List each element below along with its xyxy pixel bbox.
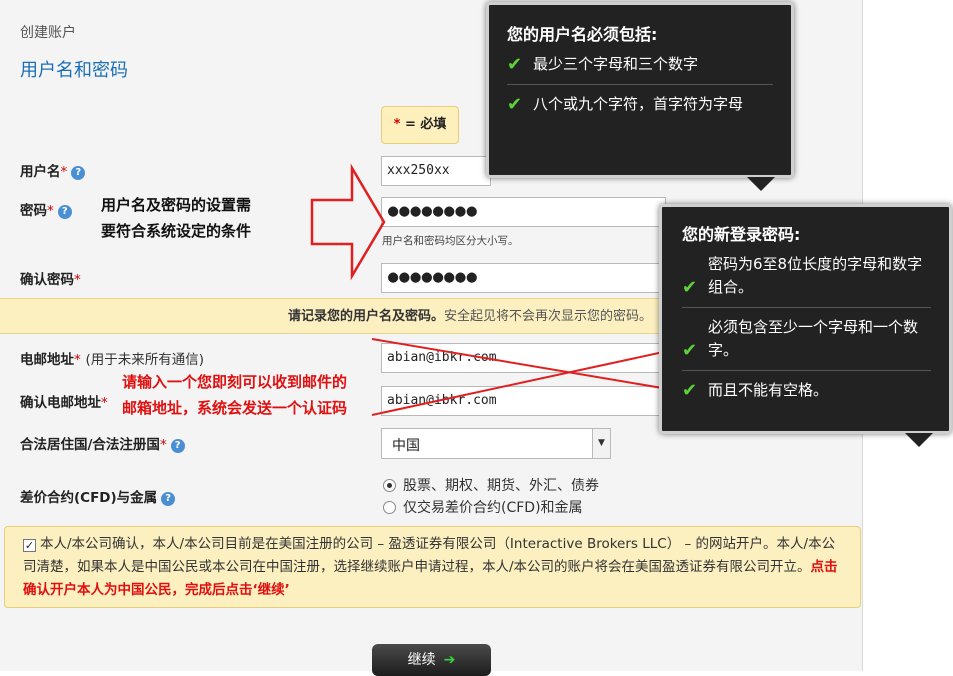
radio-unselected[interactable]	[383, 501, 396, 514]
required-mark: *	[159, 437, 167, 453]
tooltip-item-text: 八个或九个字符，首字符为字母	[533, 95, 744, 113]
password-input[interactable]: ●●●●●●●●	[381, 197, 666, 227]
residence-selected-value: 中国	[392, 438, 420, 454]
username-input[interactable]: xxx250xx	[381, 156, 491, 186]
annotation-email: 请输入一个您即刻可以收到邮件的 邮箱地址，系统会发送一个认证码	[122, 369, 347, 421]
help-icon[interactable]: ?	[170, 439, 185, 453]
cfd-option-cfd-only-label: 仅交易差价合约(CFD)和金属	[403, 500, 583, 516]
help-icon[interactable]: ?	[57, 205, 72, 219]
continue-button-label: 继续	[407, 652, 436, 668]
username-label-text: 用户名	[20, 164, 61, 180]
required-mark: *	[101, 395, 108, 411]
required-legend: * = 必填	[381, 106, 459, 144]
cfd-option-securities[interactable]: 股票、期权、期货、外汇、债券	[383, 475, 599, 495]
username-label: 用户名*?	[20, 160, 86, 180]
annotation-cross-icon	[371, 338, 669, 416]
confirm-password-input[interactable]: ●●●●●●●●	[381, 263, 666, 293]
tooltip-pointer	[747, 177, 775, 191]
password-label-text: 密码	[20, 203, 47, 219]
notice-rest: 安全起见将不会再次显示您的密码。	[443, 309, 652, 324]
confirmation-text: 本人/本公司确认，本人/本公司目前是在美国注册的公司 – 盈透证券有限公司（In…	[23, 536, 836, 575]
username-rules-tooltip: 您的用户名必须包括: ✔ 最少三个字母和三个数字 ✔ 八个或九个字符，首字符为字母	[486, 2, 794, 191]
required-mark: *	[47, 203, 54, 219]
radio-selected[interactable]	[383, 479, 396, 492]
cfd-label-text: 差价合约(CFD)与金属	[20, 490, 158, 506]
continue-button[interactable]: 继续 ➔	[372, 644, 491, 676]
tooltip-item-text: 密码为6至8位长度的字母和数字组合。	[708, 255, 923, 296]
case-sensitive-hint: 用户名和密码均区分大小写。	[382, 235, 519, 247]
checkmark-icon: ✔	[507, 54, 523, 75]
confirm-email-label: 确认电邮地址*	[20, 391, 108, 411]
notice-bold: 请记录您的用户名及密码。	[287, 309, 444, 324]
required-mark: *	[74, 352, 81, 368]
email-label: 电邮地址* (用于未来所有通信)	[20, 348, 204, 368]
tooltip-title: 您的用户名必须包括:	[507, 25, 658, 44]
confirm-checkbox[interactable]: ✓	[23, 539, 36, 552]
us-registration-confirmation: ✓ 本人/本公司确认，本人/本公司目前是在美国注册的公司 – 盈透证券有限公司（I…	[4, 526, 861, 608]
annotation-requirement-line: 要符合系统设定的条件	[101, 222, 252, 240]
tooltip-title: 您的新登录密码:	[682, 225, 801, 244]
checkmark-icon: ✔	[682, 340, 698, 361]
email-label-text: 电邮地址	[20, 352, 74, 368]
help-icon[interactable]: ?	[71, 166, 86, 180]
email-note: (用于未来所有通信)	[85, 352, 204, 368]
required-mark: *	[74, 272, 81, 288]
arrow-right-icon: ➔	[443, 652, 456, 668]
breadcrumb: 创建账户	[20, 25, 76, 41]
confirm-email-label-text: 确认电邮地址	[20, 395, 101, 411]
chevron-down-icon[interactable]: ▼	[592, 429, 610, 458]
cfd-option-cfd-only[interactable]: 仅交易差价合约(CFD)和金属	[383, 497, 583, 517]
password-rules-tooltip: 您的新登录密码: ✔ 密码为6至8位长度的字母和数字组合。 ✔ 必须包含至少一个字母…	[659, 204, 952, 447]
tooltip-item-text: 必须包含至少一个字母和一个数字。	[708, 318, 919, 359]
section-title: 用户名和密码	[20, 60, 128, 81]
residence-label-text: 合法居住国/合法注册国	[20, 437, 160, 453]
annotation-requirement-line: 用户名及密码的设置需	[101, 196, 252, 214]
tooltip-item: ✔ 八个或九个字符，首字符为字母	[507, 84, 773, 124]
cfd-option-securities-label: 股票、期权、期货、外汇、债券	[403, 478, 599, 494]
tooltip-item: ✔ 必须包含至少一个字母和一个数字。	[682, 307, 931, 370]
tooltip-item-text: 而且不能有空格。	[708, 381, 829, 399]
tooltip-item-text: 最少三个字母和三个数字	[533, 55, 699, 73]
checkmark-icon: ✔	[682, 380, 698, 401]
confirm-password-label-text: 确认密码	[20, 272, 74, 288]
required-legend-text: = 必填	[404, 117, 447, 132]
residence-select[interactable]: 中国 ▼	[381, 428, 611, 459]
password-label: 密码*?	[20, 199, 72, 219]
annotation-arrow-icon	[310, 163, 386, 281]
tooltip-item: ✔ 密码为6至8位长度的字母和数字组合。	[682, 251, 931, 307]
checkmark-icon: ✔	[507, 94, 523, 115]
cfd-label: 差价合约(CFD)与金属?	[20, 486, 176, 506]
required-mark: *	[60, 164, 68, 180]
annotation-requirement: 用户名及密码的设置需 要符合系统设定的条件	[101, 192, 251, 244]
annotation-email-line: 请输入一个您即刻可以收到邮件的	[122, 373, 348, 391]
residence-label: 合法居住国/合法注册国*?	[20, 433, 185, 453]
tooltip-pointer	[905, 433, 933, 447]
tooltip-item: ✔ 而且不能有空格。	[682, 370, 931, 410]
checkmark-icon: ✔	[682, 277, 698, 298]
required-star: *	[393, 117, 401, 132]
annotation-email-line: 邮箱地址，系统会发送一个认证码	[122, 399, 348, 417]
confirm-password-label: 确认密码*	[20, 268, 81, 288]
help-icon[interactable]: ?	[161, 492, 176, 506]
tooltip-item: ✔ 最少三个字母和三个数字	[507, 51, 773, 84]
